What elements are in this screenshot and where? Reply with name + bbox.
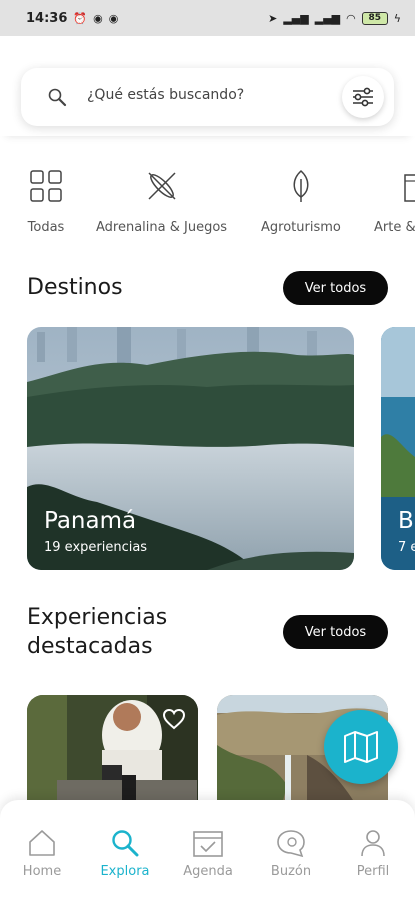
destination-count: 7 e bbox=[398, 540, 415, 555]
nav-agenda[interactable]: Agenda bbox=[173, 826, 243, 879]
battery-icon: 85 bbox=[361, 11, 388, 25]
destacadas-title-line2: destacadas bbox=[27, 634, 153, 659]
search-placeholder: ¿Qué estás buscando? bbox=[87, 87, 245, 103]
search-header: ¿Qué estás buscando? bbox=[0, 36, 415, 136]
chat-icon bbox=[274, 826, 308, 860]
category-adrenalina[interactable]: Adrenalina & Juegos bbox=[96, 166, 227, 235]
category-label: Adrenalina & Juegos bbox=[96, 220, 228, 235]
charging-icon: ϟ bbox=[393, 11, 401, 25]
signal-icon: ▂▄▆ bbox=[283, 11, 309, 25]
category-todas[interactable]: Todas bbox=[26, 166, 66, 235]
destacadas-title: Experiencias destacadas bbox=[27, 603, 167, 661]
nav-label: Agenda bbox=[183, 864, 233, 879]
kayak-icon bbox=[142, 166, 182, 206]
nav-label: Explora bbox=[100, 864, 150, 879]
destination-count: 19 experiencias bbox=[44, 540, 148, 555]
wifi-icon: ◠ bbox=[346, 11, 356, 25]
map-icon bbox=[344, 731, 378, 763]
user-icon bbox=[356, 826, 390, 860]
destination-name: B bbox=[398, 508, 414, 534]
destination-card-2[interactable]: B 7 e bbox=[381, 327, 415, 570]
nav-label: Buzón bbox=[270, 864, 312, 879]
category-arte[interactable]: Arte & bbox=[374, 166, 415, 235]
favorite-heart-icon[interactable] bbox=[162, 707, 186, 731]
leaf-icon bbox=[281, 166, 321, 206]
search-icon bbox=[108, 826, 142, 860]
category-agroturismo[interactable]: Agroturismo bbox=[261, 166, 341, 235]
nav-home[interactable]: Home bbox=[7, 826, 77, 879]
destinos-ver-todos-button[interactable]: Ver todos bbox=[283, 271, 388, 305]
destacadas-ver-todos-button[interactable]: Ver todos bbox=[283, 615, 388, 649]
status-right: ➤ ▂▄▆ ▂▄▆ ◠ 85 ϟ bbox=[268, 11, 401, 25]
category-row: Todas Adrenalina & Juegos Agroturismo Ar… bbox=[0, 166, 415, 246]
signal-icon-2: ▂▄▆ bbox=[314, 11, 341, 25]
destinos-title: Destinos bbox=[27, 275, 123, 300]
map-button[interactable] bbox=[324, 710, 398, 784]
status-left: 14:36 ⏰ ◉ ◉ bbox=[26, 11, 118, 26]
destacadas-title-line1: Experiencias bbox=[27, 605, 168, 630]
filter-button[interactable] bbox=[342, 76, 384, 118]
search-input[interactable]: ¿Qué estás buscando? bbox=[21, 68, 394, 126]
nav-perfil[interactable]: Perfil bbox=[338, 826, 408, 879]
sync-icon: ◉ bbox=[93, 11, 103, 25]
search-icon bbox=[48, 88, 67, 107]
status-time: 14:36 bbox=[26, 10, 68, 26]
category-label: Todas bbox=[27, 220, 65, 235]
destination-card-panama[interactable]: Panamá 19 experiencias bbox=[27, 327, 354, 570]
destination-name: Panamá bbox=[44, 508, 137, 534]
calendar-icon bbox=[191, 826, 225, 860]
bottom-navigation: Home Explora Agenda Buzón Perfil bbox=[0, 800, 415, 900]
nav-buzon[interactable]: Buzón bbox=[256, 826, 326, 879]
category-label: Arte & bbox=[374, 220, 415, 235]
building-icon bbox=[374, 166, 415, 206]
nav-label: Perfil bbox=[356, 864, 390, 879]
explore-screen: 14:36 ⏰ ◉ ◉ ➤ ▂▄▆ ▂▄▆ ◠ 85 ϟ ¿Qué estás … bbox=[0, 0, 415, 900]
nav-explora[interactable]: Explora bbox=[90, 826, 160, 879]
category-label: Agroturismo bbox=[261, 220, 341, 235]
grid-icon bbox=[26, 166, 66, 206]
alarm-icon: ⏰ bbox=[73, 11, 88, 25]
home-icon bbox=[25, 826, 59, 860]
sliders-icon bbox=[353, 87, 373, 107]
location-icon: ➤ bbox=[268, 11, 278, 25]
nav-label: Home bbox=[22, 864, 62, 879]
status-bar: 14:36 ⏰ ◉ ◉ ➤ ▂▄▆ ▂▄▆ ◠ 85 ϟ bbox=[0, 0, 415, 36]
sync-icon-2: ◉ bbox=[108, 11, 119, 25]
